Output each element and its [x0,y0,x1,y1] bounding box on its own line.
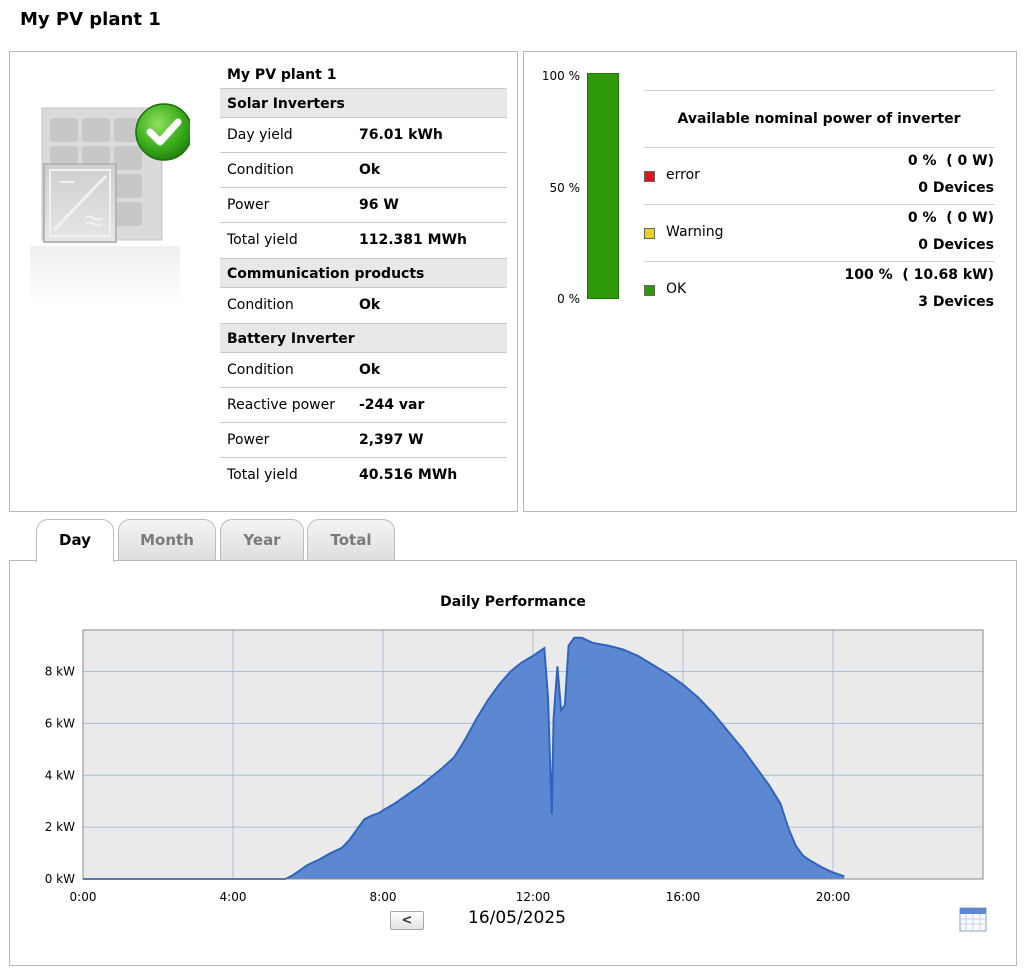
gauge-label-0: 0 % [557,292,580,306]
row-label: Power [227,197,270,213]
row-label: Condition [227,362,294,378]
row-condition: Condition Ok [220,288,507,323]
row-total-yield: Total yield 40.516 MWh [220,458,507,493]
y-tick-label: 6 kW [45,716,75,730]
nominal-power-title: Available nominal power of inverter [644,90,994,148]
status-row-warning: Warning 0 % ( 0 W) 0 Devices [644,205,994,262]
daily-performance-panel: Daily Performance 0:00 4:00 8:00 12:00 16:00… [9,560,1017,966]
row-power: Power 96 W [220,188,507,223]
row-label: Reactive power [227,397,335,413]
status-devices: 0 Devices [918,180,994,196]
row-value: 96 W [359,197,399,213]
ok-swatch [644,285,655,296]
nominal-power-panel: 100 % 50 % 0 % Available nominal power o… [523,51,1017,512]
y-tick-label: 2 kW [45,820,75,834]
status-row-ok: OK 100 % ( 10.68 kW) 3 Devices [644,262,994,319]
x-tick-label: 16:00 [666,890,701,904]
error-swatch [644,171,655,182]
row-value: Ok [359,362,381,378]
x-tick-label: 4:00 [220,890,247,904]
plant-info-table: My PV plant 1 Solar Inverters Day yield 7… [220,60,507,493]
row-label: Day yield [227,127,293,143]
tab-month[interactable]: Month [118,519,216,561]
row-condition: Condition Ok [220,153,507,188]
row-label: Condition [227,162,294,178]
x-tick-label: 0:00 [70,890,97,904]
row-label: Power [227,432,270,448]
status-row-error: error 0 % ( 0 W) 0 Devices [644,148,994,205]
x-tick-label: 20:00 [816,890,851,904]
warning-swatch [644,228,655,239]
section-solar-inverters: Solar Inverters [220,88,507,118]
solar-plant-ok-icon [30,103,190,306]
status-label: Warning [666,224,724,240]
x-tick-label: 12:00 [516,890,551,904]
daily-performance-chart: 0:00 4:00 8:00 12:00 16:00 20:00 0 kW 2 kW 4 kW 6… [45,629,984,904]
plant-overview-panel: My PV plant 1 Solar Inverters Day yield 7… [9,51,518,512]
gauge-label-100: 100 % [541,69,580,83]
plant-name: My PV plant 1 [227,67,337,83]
tab-total[interactable]: Total [307,519,395,561]
status-percent: 0 % ( 0 W) [907,210,994,226]
y-tick-label: 8 kW [45,665,75,679]
status-devices: 3 Devices [918,294,994,310]
section-communication-products: Communication products [220,258,507,288]
section-battery-inverter: Battery Inverter [220,323,507,353]
row-power: Power 2,397 W [220,423,507,458]
y-tick-label: 4 kW [45,768,75,782]
tab-year[interactable]: Year [220,519,304,561]
row-value: 76.01 kWh [359,127,443,143]
row-value: Ok [359,297,381,313]
row-reactive-power: Reactive power -244 var [220,388,507,423]
status-label: OK [666,281,687,297]
y-tick-label: 0 kW [45,872,75,886]
status-devices: 0 Devices [918,237,994,253]
chart-date: 16/05/2025 [468,908,566,928]
row-value: 2,397 W [359,432,424,448]
status-label: error [666,167,700,183]
row-value: 112.381 MWh [359,232,467,248]
row-day-yield: Day yield 76.01 kWh [220,118,507,153]
row-value: Ok [359,162,381,178]
x-tick-label: 8:00 [370,890,397,904]
row-label: Condition [227,297,294,313]
row-label: Total yield [227,232,298,248]
row-value: 40.516 MWh [359,467,458,483]
row-total-yield: Total yield 112.381 MWh [220,223,507,258]
status-percent: 0 % ( 0 W) [907,153,994,169]
nominal-power-gauge-bar [587,73,619,299]
page-title: My PV plant 1 [20,9,161,30]
previous-day-button[interactable]: < [390,911,424,930]
row-value: -244 var [359,397,425,413]
row-label: Total yield [227,467,298,483]
gauge-label-50: 50 % [549,181,581,195]
calendar-icon[interactable] [959,906,987,932]
status-percent: 100 % ( 10.68 kW) [844,267,994,283]
row-condition: Condition Ok [220,353,507,388]
tab-day[interactable]: Day [36,519,114,562]
